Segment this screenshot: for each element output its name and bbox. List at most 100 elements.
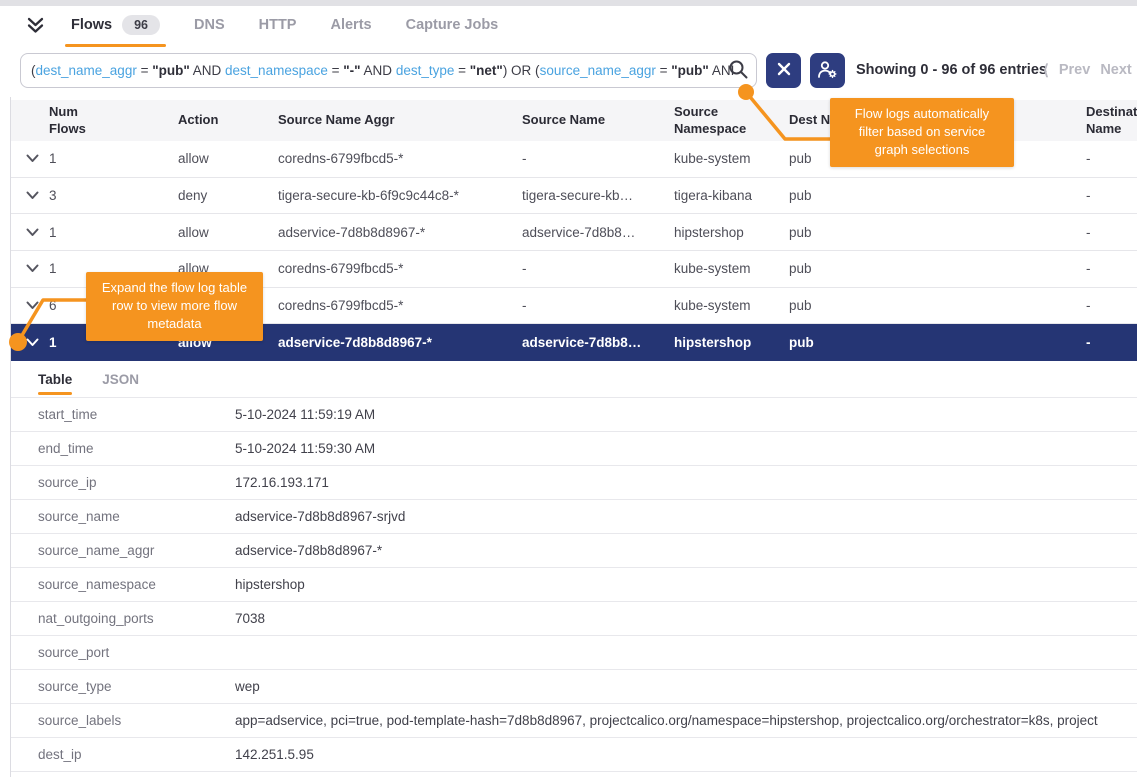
detail-row[interactable]: source_typewep [11, 670, 1137, 704]
tab-count-badge: 96 [122, 15, 160, 35]
tab-dns[interactable]: DNS [192, 6, 227, 44]
detail-field-key: source_name_aggr [38, 543, 235, 558]
filter-query-text: (dest_name_aggr = "pub" AND dest_namespa… [31, 63, 734, 78]
detail-row[interactable]: source_namespacehipstershop [11, 568, 1137, 602]
column-header-label: Source Name Aggr [278, 112, 395, 128]
expand-row-chevron-icon[interactable] [26, 154, 49, 163]
entries-count: Showing 0 - 96 of 96 entries [856, 53, 1047, 88]
cell-src_name: tigera-secure-kb… [522, 188, 674, 203]
cell-dest_aggr: pub [789, 335, 1086, 350]
detail-row[interactable]: source_port [11, 636, 1137, 670]
query-segment: "pub" [671, 63, 709, 78]
query-segment: = [454, 63, 469, 78]
user-settings-button[interactable] [810, 53, 845, 88]
flow-detail-table: start_time5-10-2024 11:59:19 AMend_time5… [11, 397, 1137, 772]
tab-label: DNS [194, 17, 225, 33]
tab-http[interactable]: HTTP [257, 6, 299, 44]
expand-row-chevron-icon[interactable] [26, 301, 49, 310]
tab-capture-jobs[interactable]: Capture Jobs [404, 6, 501, 44]
user-gear-icon [817, 60, 838, 82]
detail-row[interactable]: source_labelsapp=adservice, pci=true, po… [11, 704, 1137, 738]
cell-dest_name: - [1086, 298, 1137, 313]
detail-tab-json[interactable]: JSON [102, 361, 139, 397]
column-header-action[interactable]: Action [178, 112, 278, 128]
clear-filter-button[interactable] [766, 53, 801, 88]
cell-src_ns: hipstershop [674, 335, 789, 350]
column-header-destination-name[interactable]: Destination Name [1086, 104, 1137, 137]
expand-row-chevron-icon[interactable] [26, 228, 49, 237]
detail-field-key: nat_outgoing_ports [38, 611, 235, 626]
prev-arrow-icon[interactable]: ⟨ [1043, 53, 1049, 88]
cell-dest_name: - [1086, 151, 1137, 166]
detail-field-key: source_type [38, 679, 235, 694]
query-segment: dest_namespace [225, 63, 328, 78]
detail-field-key: source_port [38, 645, 235, 660]
query-segment: AND [361, 63, 396, 78]
detail-field-value: 7038 [235, 611, 1137, 626]
next-button[interactable]: Next [1100, 53, 1131, 88]
detail-row[interactable]: nat_outgoing_ports7038 [11, 602, 1137, 636]
column-header-label: Num Flows [49, 104, 95, 137]
column-header-num-flows[interactable]: Num Flows [49, 104, 178, 137]
cell-src_name: adservice-7d8b8… [522, 225, 674, 240]
detail-row[interactable]: source_nameadservice-7d8b8d8967-srjvd [11, 500, 1137, 534]
flow-table-row[interactable]: 3denytigera-secure-kb-6f9c9c44c8-*tigera… [11, 178, 1137, 215]
column-header-source-namespace[interactable]: Source Namespace [674, 104, 789, 137]
filter-query-input[interactable]: (dest_name_aggr = "pub" AND dest_namespa… [20, 53, 757, 88]
detail-field-key: source_ip [38, 475, 235, 490]
query-segment: dest_type [396, 63, 455, 78]
tab-label: Flows [71, 17, 112, 33]
query-segment: = [328, 63, 343, 78]
detail-field-key: end_time [38, 441, 235, 456]
double-chevron-down-icon[interactable] [26, 17, 45, 34]
cell-src_name: - [522, 298, 674, 313]
search-icon[interactable] [728, 59, 749, 85]
detail-row[interactable]: end_time5-10-2024 11:59:30 AM [11, 432, 1137, 466]
column-header-source-name-aggr[interactable]: Source Name Aggr [278, 112, 522, 128]
cell-num: 3 [49, 188, 178, 203]
detail-field-value: adservice-7d8b8d8967-srjvd [235, 509, 1137, 524]
cell-src_aggr: adservice-7d8b8d8967-* [278, 225, 522, 240]
detail-tab-table[interactable]: Table [38, 361, 72, 397]
tab-list: Flows 96 DNS HTTP Alerts Capture Jobs [69, 6, 530, 44]
query-segment: = [137, 63, 152, 78]
detail-field-value: 5-10-2024 11:59:30 AM [235, 441, 1137, 456]
query-segment: "-" [343, 63, 360, 78]
tab-alerts[interactable]: Alerts [328, 6, 373, 44]
cell-src_aggr: coredns-6799fbcd5-* [278, 151, 522, 166]
detail-row[interactable]: source_ip172.16.193.171 [11, 466, 1137, 500]
detail-field-key: source_labels [38, 713, 235, 728]
cell-src_ns: kube-system [674, 151, 789, 166]
tab-label: Alerts [330, 17, 371, 33]
log-type-tab-bar: Flows 96 DNS HTTP Alerts Capture Jobs [0, 6, 1137, 44]
detail-row[interactable]: source_name_aggradservice-7d8b8d8967-* [11, 534, 1137, 568]
expand-row-chevron-icon[interactable] [26, 264, 49, 273]
tab-flows[interactable]: Flows 96 [69, 6, 162, 44]
flow-table-row[interactable]: 1allowadservice-7d8b8d8967-*adservice-7d… [11, 214, 1137, 251]
cell-src_name: - [522, 151, 674, 166]
detail-field-value: 5-10-2024 11:59:19 AM [235, 407, 1137, 422]
cell-src_aggr: adservice-7d8b8d8967-* [278, 335, 522, 350]
detail-row[interactable]: dest_ip142.251.5.95 [11, 738, 1137, 772]
cell-src_aggr: coredns-6799fbcd5-* [278, 298, 522, 313]
cell-num: 1 [49, 151, 178, 166]
cell-dest_aggr: pub [789, 188, 1086, 203]
cell-dest_name: - [1086, 261, 1137, 276]
column-header-source-name[interactable]: Source Name [522, 112, 674, 128]
cell-src_aggr: coredns-6799fbcd5-* [278, 261, 522, 276]
prev-button[interactable]: Prev [1059, 53, 1090, 88]
close-icon [777, 62, 791, 79]
query-segment: ) OR ( [503, 63, 540, 78]
expand-row-chevron-icon[interactable] [26, 191, 49, 200]
flow-detail-tabs: Table JSON [11, 361, 1137, 397]
cell-num: 1 [49, 225, 178, 240]
cell-action: allow [178, 151, 278, 166]
cell-src_ns: kube-system [674, 261, 789, 276]
cell-src_ns: hipstershop [674, 225, 789, 240]
cell-dest_aggr: pub [789, 298, 1086, 313]
query-segment: AND [190, 63, 225, 78]
expand-row-chevron-icon[interactable] [26, 338, 49, 347]
detail-row[interactable]: start_time5-10-2024 11:59:19 AM [11, 398, 1137, 432]
detail-field-key: start_time [38, 407, 235, 422]
tooltip-expand-note: Expand the flow log table row to view mo… [86, 272, 263, 341]
